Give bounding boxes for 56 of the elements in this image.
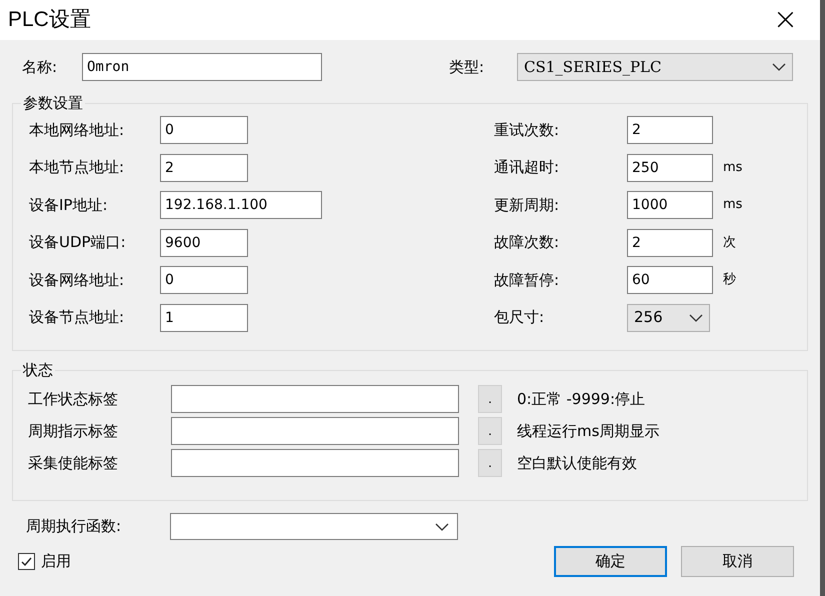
- field-label: 设备IP地址:: [29, 194, 109, 216]
- hint-text: 0:正常 -9999:停止: [517, 388, 646, 410]
- unit-label: 秒: [723, 271, 736, 290]
- field-label: 周期执行函数:: [26, 516, 122, 538]
- field-label: 设备节点地址:: [29, 307, 126, 328]
- unit-label: 次: [723, 234, 736, 252]
- field-label: 设备网络地址:: [29, 270, 126, 291]
- field-label: 设备UDP端口:: [29, 232, 127, 254]
- chevron-down-icon: [689, 314, 703, 322]
- field-label: 本地网络地址:: [29, 120, 126, 141]
- close-button[interactable]: ×: [772, 5, 798, 35]
- field-label: 故障暂停:: [494, 270, 560, 291]
- field-label: 类型:: [449, 56, 486, 78]
- dialog-button[interactable]: 确定: [554, 546, 667, 577]
- text-field[interactable]: 0: [160, 266, 248, 294]
- checkbox-label: 启用: [41, 551, 71, 572]
- text-field[interactable]: 2: [627, 228, 713, 256]
- text-field[interactable]: 2: [627, 116, 713, 144]
- type-dropdown[interactable]: CS1_SERIES_PLC: [517, 53, 793, 81]
- field-label: 重试次数:: [494, 120, 560, 141]
- text-field[interactable]: 9600: [160, 228, 248, 256]
- browse-button[interactable]: .: [478, 417, 502, 445]
- text-field[interactable]: 0: [160, 116, 248, 144]
- field-label: 采集使能标签: [28, 452, 119, 474]
- hint-text: 空白默认使能有效: [517, 452, 637, 474]
- unit-label: ms: [723, 158, 742, 177]
- size-dropdown[interactable]: 256: [627, 304, 710, 332]
- checkmark-icon: [20, 555, 33, 568]
- text-field[interactable]: [171, 449, 459, 477]
- text-field[interactable]: 1: [160, 304, 248, 332]
- chevron-down-icon: [772, 63, 786, 71]
- browse-button[interactable]: .: [478, 385, 502, 413]
- text-field[interactable]: 60: [627, 266, 713, 294]
- field-label: 故障次数:: [494, 232, 560, 254]
- text-field[interactable]: 2: [160, 154, 248, 182]
- text-field[interactable]: Omron: [82, 53, 322, 81]
- text-field[interactable]: 192.168.1.100: [160, 191, 322, 219]
- hint-text: 线程运行ms周期显示: [517, 420, 660, 442]
- field-label: 通讯超时:: [494, 157, 560, 178]
- text-field[interactable]: 1000: [627, 191, 713, 219]
- window-title: PLC设置: [8, 7, 91, 34]
- dialog-button[interactable]: 取消: [681, 546, 794, 577]
- field-label: 更新周期:: [494, 194, 560, 216]
- function-dropdown[interactable]: [170, 513, 458, 540]
- browse-button[interactable]: .: [478, 449, 502, 477]
- enable-checkbox[interactable]: [18, 553, 35, 570]
- text-field[interactable]: [171, 417, 459, 445]
- chevron-down-icon: [435, 522, 449, 530]
- field-label: 本地节点地址:: [29, 157, 126, 178]
- field-label: 包尺寸:: [494, 307, 546, 328]
- field-label: 周期指示标签: [28, 420, 119, 442]
- text-field[interactable]: 250: [627, 154, 713, 182]
- field-label: 名称:: [21, 56, 58, 78]
- text-field[interactable]: [171, 385, 459, 413]
- field-label: 工作状态标签: [28, 388, 119, 410]
- unit-label: ms: [723, 196, 742, 214]
